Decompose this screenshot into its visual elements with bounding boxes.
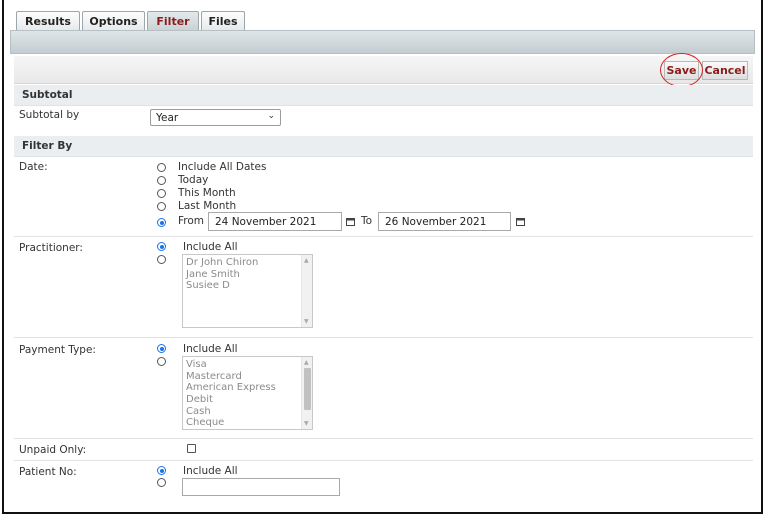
- payment-type-include-all: Include All: [183, 343, 238, 355]
- payment-type-label: Payment Type:: [19, 344, 96, 356]
- date-radio-from[interactable]: [157, 218, 166, 227]
- subtotal-label: Subtotal by: [19, 109, 80, 121]
- calendar-icon[interactable]: [346, 217, 355, 226]
- payment-type-listbox[interactable]: Visa Mastercard American Express Debit C…: [182, 356, 313, 430]
- tab-results[interactable]: Results: [16, 11, 80, 31]
- date-option-last-month: Last Month: [178, 200, 237, 212]
- date-option-today: Today: [178, 174, 209, 186]
- divider: [14, 337, 753, 338]
- scroll-up-icon[interactable]: ▲: [304, 257, 309, 264]
- unpaid-only-checkbox[interactable]: [187, 444, 196, 453]
- calendar-icon[interactable]: [516, 217, 525, 226]
- date-to-label: To: [361, 215, 373, 227]
- patient-no-include-all: Include All: [183, 465, 238, 477]
- report-window: Results Options Filter Files Save Cancel…: [2, 0, 763, 514]
- list-item[interactable]: Susiee D: [186, 280, 312, 292]
- list-item[interactable]: American Express: [186, 382, 312, 394]
- list-item[interactable]: Cheque: [186, 417, 312, 429]
- list-item[interactable]: Debit: [186, 394, 312, 406]
- subtotal-select-value: Year: [156, 112, 179, 124]
- action-toolbar: Save Cancel: [14, 53, 753, 87]
- date-from-input[interactable]: 24 November 2021: [208, 212, 342, 231]
- date-radio-this-month[interactable]: [157, 189, 166, 198]
- payment-type-radio-all[interactable]: [157, 344, 166, 353]
- list-item[interactable]: Visa: [186, 359, 312, 371]
- list-item[interactable]: Jane Smith: [186, 269, 312, 281]
- scroll-down-icon[interactable]: ▼: [304, 318, 309, 325]
- practitioner-radio-all[interactable]: [157, 242, 166, 251]
- scroll-down-icon[interactable]: ▼: [304, 420, 309, 427]
- subtotal-heading: Subtotal: [14, 85, 753, 106]
- subtotal-select[interactable]: Year ⌄: [150, 109, 281, 126]
- save-highlight-ring: [660, 53, 703, 87]
- date-option-all: Include All Dates: [178, 161, 267, 173]
- date-option-from: From: [178, 215, 205, 227]
- list-item[interactable]: Cash: [186, 406, 312, 418]
- divider: [14, 236, 753, 237]
- list-item[interactable]: Dr John Chiron: [186, 257, 312, 269]
- divider: [14, 438, 753, 439]
- tab-files[interactable]: Files: [201, 11, 245, 31]
- header-bar: [10, 30, 755, 54]
- date-label: Date:: [19, 161, 48, 173]
- patient-no-input[interactable]: [182, 478, 340, 496]
- tab-options[interactable]: Options: [82, 11, 145, 31]
- practitioner-listbox[interactable]: Dr John Chiron Jane Smith Susiee D ▲ ▼: [182, 254, 313, 328]
- scrollbar[interactable]: ▲ ▼: [301, 357, 312, 429]
- practitioner-include-all: Include All: [183, 241, 238, 253]
- practitioner-label: Practitioner:: [19, 242, 83, 254]
- list-item[interactable]: Mastercard: [186, 371, 312, 383]
- patient-no-label: Patient No:: [19, 466, 77, 478]
- divider: [14, 460, 753, 461]
- patient-no-radio-specific[interactable]: [157, 478, 166, 487]
- date-to-input[interactable]: 26 November 2021: [378, 212, 511, 231]
- unpaid-only-label: Unpaid Only:: [19, 444, 87, 456]
- filter-panel: Save Cancel Subtotal Subtotal by Year ⌄ …: [14, 53, 753, 510]
- filter-by-heading: Filter By: [14, 136, 753, 157]
- scrollbar-thumb[interactable]: [304, 368, 311, 410]
- date-radio-last-month[interactable]: [157, 202, 166, 211]
- tab-filter[interactable]: Filter: [147, 11, 199, 31]
- date-radio-today[interactable]: [157, 176, 166, 185]
- date-radio-all[interactable]: [157, 163, 166, 172]
- chevron-down-icon: ⌄: [267, 111, 275, 121]
- patient-no-radio-all[interactable]: [157, 466, 166, 475]
- date-option-this-month: This Month: [178, 187, 236, 199]
- scrollbar[interactable]: ▲ ▼: [301, 255, 312, 327]
- practitioner-radio-select[interactable]: [157, 255, 166, 264]
- cancel-button[interactable]: Cancel: [702, 61, 748, 80]
- scroll-up-icon[interactable]: ▲: [304, 359, 309, 366]
- payment-type-radio-select[interactable]: [157, 357, 166, 366]
